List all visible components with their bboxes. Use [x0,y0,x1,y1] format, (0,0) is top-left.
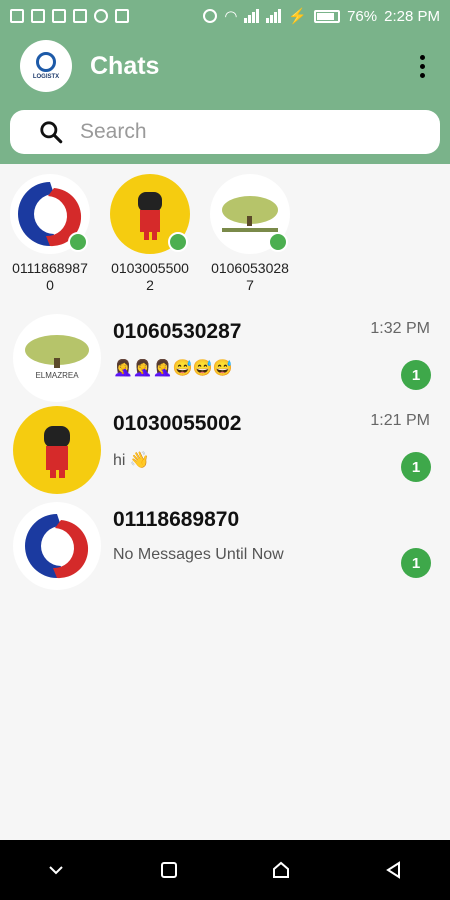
bear-avatar [13,406,101,494]
chat-name: 01030055002 [113,412,242,435]
chat-time: 1:32 PM [370,320,430,337]
phone-icon [73,9,87,23]
story-number: 01118689870 [12,260,88,293]
notification-icons [10,9,129,23]
system-nav-bar [0,840,450,900]
search-icon [40,121,63,144]
chat-row[interactable]: 01118689870 No Messages Until Now 1 [0,498,450,594]
unread-badge: 1 [401,452,431,482]
square-icon [160,862,177,878]
logo-ring-icon [36,52,56,72]
chat-last-message: hi 👋 [113,452,150,469]
chevron-down-icon [49,866,63,875]
facebook-icon [31,9,45,23]
clock: 2:28 PM [384,7,440,25]
system-icons: ◠ ⚡ 76% 2:28 PM [203,7,440,25]
record-icon [94,9,108,23]
nav-home-button[interactable] [261,850,301,890]
signal-icon [266,9,282,23]
unread-badge: 1 [401,360,431,390]
chat-row[interactable]: 01030055002 1:21 PM hi 👋 1 [0,402,450,498]
story-number: 01030055002 [111,260,189,293]
nav-recents-button[interactable] [149,850,189,890]
online-indicator [168,232,188,252]
wifi-icon: ◠ [224,8,238,25]
shield-check-icon [115,9,129,23]
online-indicator [268,232,288,252]
search-bar[interactable] [10,110,440,154]
signal-icon [244,9,260,23]
home-icon [273,861,290,878]
nav-back-button[interactable] [374,850,414,890]
charging-icon: ⚡ [288,8,308,25]
page-title: Chats [90,52,160,80]
chat-last-message: No Messages Until Now [113,546,284,563]
story-number: 01060530287 [211,260,289,293]
back-triangle-icon [385,861,400,879]
chat-name: 01060530287 [113,320,242,343]
avatar [110,174,190,254]
search-input[interactable] [80,120,410,144]
app-logo[interactable]: LOGISTX [20,40,72,92]
unread-badge: 1 [401,548,431,578]
status-bar: ◠ ⚡ 76% 2:28 PM [0,0,450,32]
swirl-logo-avatar [13,502,101,590]
logo-text: LOGISTX [32,74,60,80]
avatar [10,174,90,254]
story-item[interactable]: 01030055002 [105,174,195,294]
online-contacts-strip: 01118689870 01030055002 01060530287 [0,168,450,303]
app-bar: LOGISTX Chats [0,32,450,164]
online-indicator [68,232,88,252]
alarm-icon [203,9,218,23]
chat-row[interactable]: ELMAZREA 01060530287 1:32 PM 🤦‍♀️🤦‍♀️🤦‍♀… [0,310,450,406]
facebook-icon [10,9,24,23]
chat-time: 1:21 PM [370,412,430,429]
overflow-menu-icon[interactable] [412,50,432,82]
battery-level: 76% [347,7,378,25]
story-item[interactable]: 01118689870 [5,174,95,294]
avatar [210,174,290,254]
chat-last-message: 🤦‍♀️🤦‍♀️🤦‍♀️😅😅😅 [113,360,233,377]
chat-name: 01118689870 [113,508,240,531]
battery-icon [314,9,341,23]
story-item[interactable]: 01060530287 [205,174,295,294]
shield-icon [52,9,66,23]
avatar-caption: ELMAZREA [35,371,79,380]
nav-collapse-button[interactable] [36,850,76,890]
tree-avatar: ELMAZREA [13,314,101,402]
